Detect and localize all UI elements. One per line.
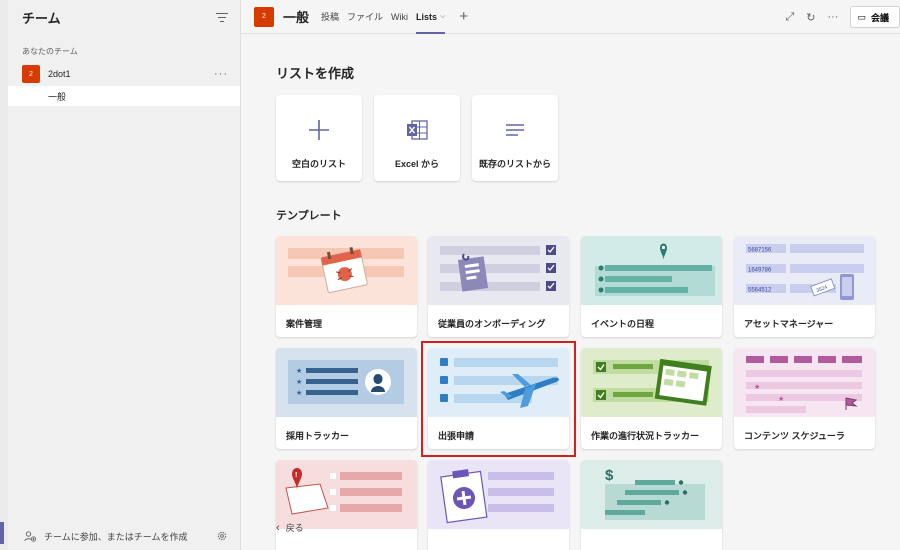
travel-illustration xyxy=(428,348,569,417)
video-icon: ▭ xyxy=(857,11,866,22)
sidebar-header: チーム xyxy=(8,0,240,34)
filter-icon[interactable] xyxy=(216,12,228,22)
asset-illustration: 5687156 1649786 5564512 3524 xyxy=(734,236,875,305)
tab-lists-label: Lists xyxy=(416,11,438,22)
people-add-icon xyxy=(24,531,36,542)
onboarding-illustration xyxy=(428,236,569,305)
template-label: 採用トラッカー xyxy=(286,431,350,441)
asset-number-3: 5564512 xyxy=(748,288,772,294)
svg-text:★: ★ xyxy=(778,395,784,403)
meet-button[interactable]: ▭ 会議 xyxy=(850,6,900,28)
more-options-icon[interactable]: ··· xyxy=(214,68,228,80)
existing-list-label: 既存のリストから xyxy=(478,159,551,169)
tab-lists[interactable]: Lists ⌵ xyxy=(416,0,446,34)
header-actions: ⤢ ↻ ··· ▭ 会議 xyxy=(785,0,900,34)
template-card-employee-onboarding[interactable]: 従業員のオンボーディング xyxy=(428,236,569,337)
lists-main: リストを作成 空白のリスト Excel から 既存のリストから テンプレート 案… xyxy=(241,34,900,550)
chevron-left-icon: ‹ xyxy=(276,521,280,534)
issue-tracker-illustration xyxy=(276,236,417,305)
back-button[interactable]: ‹ 戻る xyxy=(276,521,304,534)
template-card-work-progress-tracker[interactable]: 作業の進行状況トラッカー xyxy=(581,348,722,449)
existing-list-card[interactable]: 既存のリストから xyxy=(472,95,558,181)
rail-active-marker xyxy=(0,522,4,544)
templates-heading: テンプレート xyxy=(276,210,342,222)
blank-list-label: 空白のリスト xyxy=(291,159,346,169)
tab-files[interactable]: ファイル xyxy=(347,0,383,34)
excel-icon xyxy=(374,117,460,143)
template-label: イベントの日程 xyxy=(591,319,655,329)
meet-label: 会議 xyxy=(870,12,889,23)
team-item[interactable]: 2 2dot1 ··· xyxy=(8,62,240,86)
chevron-down-icon: ⌵ xyxy=(440,12,446,20)
teams-sidebar: チーム あなたのチーム 2 2dot1 ··· 一般 チームに参加、またはチーム… xyxy=(8,0,241,550)
template-label: 出張申請 xyxy=(438,431,475,441)
template-label: コンテンツ スケジューラ xyxy=(744,431,845,441)
app-rail xyxy=(0,0,8,550)
row3-illustration-3: $ xyxy=(581,460,722,529)
work-progress-illustration xyxy=(581,348,722,417)
blank-list-card[interactable]: 空白のリスト xyxy=(276,95,362,181)
create-list-heading: リストを作成 xyxy=(276,66,355,81)
svg-text:★: ★ xyxy=(296,378,302,386)
template-card-event-itinerary[interactable]: イベントの日程 xyxy=(581,236,722,337)
template-card-asset-manager[interactable]: 5687156 1649786 5564512 3524 アセットマネージャー xyxy=(734,236,875,337)
join-create-team[interactable]: チームに参加、またはチームを作成 xyxy=(8,522,240,550)
team-name: 2dot1 xyxy=(48,69,71,79)
add-tab-icon[interactable]: + xyxy=(459,8,468,25)
event-illustration xyxy=(581,236,722,305)
row3-illustration-1: ! xyxy=(276,460,417,529)
template-label: 作業の進行状況トラッカー xyxy=(591,431,700,441)
gear-icon[interactable] xyxy=(216,530,228,542)
excel-list-card[interactable]: Excel から xyxy=(374,95,460,181)
template-card-travel-request[interactable]: 出張申請 xyxy=(428,348,569,449)
tab-wiki[interactable]: Wiki xyxy=(391,0,408,34)
team-avatar: 2 xyxy=(22,65,40,83)
template-card-content-scheduler[interactable]: ★ ★ コンテンツ スケジューラ xyxy=(734,348,875,449)
asset-number-1: 5687156 xyxy=(748,248,772,254)
svg-text:★: ★ xyxy=(296,389,302,397)
plus-icon xyxy=(276,117,362,143)
svg-text:★: ★ xyxy=(296,367,302,375)
sidebar-title: チーム xyxy=(22,10,61,26)
tab-posts[interactable]: 投稿 xyxy=(321,0,339,34)
template-card-recruitment-tracker[interactable]: ★ ★ ★ 採用トラッカー xyxy=(276,348,417,449)
back-label: 戻る xyxy=(285,523,304,533)
join-create-label: チームに参加、またはチームを作成 xyxy=(44,531,188,542)
template-card-row3-3[interactable]: $ xyxy=(581,460,722,550)
template-label: 案件管理 xyxy=(286,319,323,329)
refresh-icon[interactable]: ↻ xyxy=(806,11,815,24)
scheduler-illustration: ★ ★ xyxy=(734,348,875,417)
channel-avatar: 2 xyxy=(254,6,274,27)
more-icon[interactable]: ··· xyxy=(827,11,838,23)
template-label: 従業員のオンボーディング xyxy=(438,319,546,329)
svg-text:★: ★ xyxy=(754,383,760,391)
template-card-row3-1[interactable]: ! xyxy=(276,460,417,550)
row3-illustration-2 xyxy=(428,460,569,529)
excel-list-label: Excel から xyxy=(394,159,440,169)
channel-title: 一般 xyxy=(283,10,310,25)
expand-icon[interactable]: ⤢ xyxy=(785,11,794,24)
template-card-row3-2[interactable] xyxy=(428,460,569,550)
svg-text:$: $ xyxy=(605,467,614,484)
recruitment-illustration: ★ ★ ★ xyxy=(276,348,417,417)
svg-text:!: ! xyxy=(295,472,297,479)
asset-number-2: 1649786 xyxy=(748,268,772,274)
template-card-issue-tracker[interactable]: 案件管理 xyxy=(276,236,417,337)
channel-header: 2 一般 投稿 ファイル Wiki Lists ⌵ + ⤢ ↻ ··· ▭ 会議 xyxy=(241,0,900,34)
lines-icon xyxy=(472,117,558,143)
template-label: アセットマネージャー xyxy=(744,319,834,329)
section-label: あなたのチーム xyxy=(22,47,78,56)
channel-item-general[interactable]: 一般 xyxy=(8,86,240,106)
